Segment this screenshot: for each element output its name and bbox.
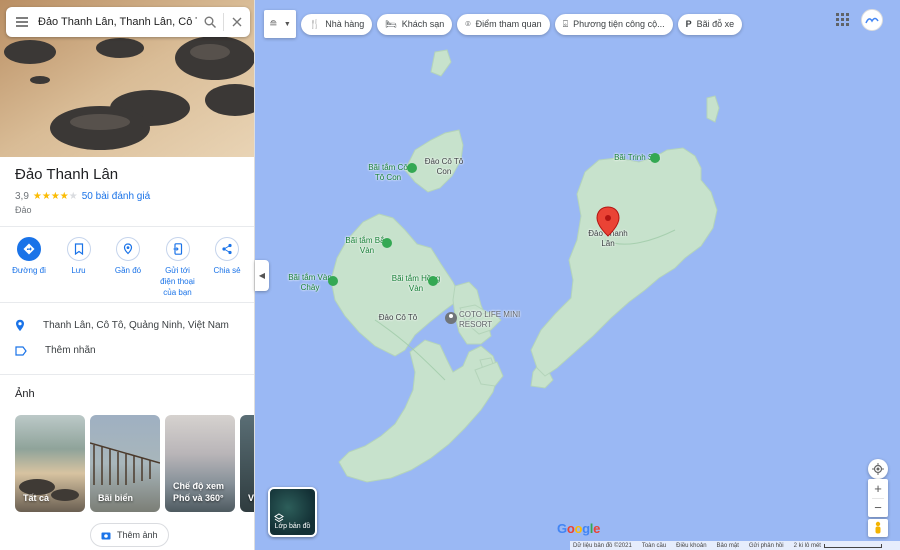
share-button[interactable]: Chia sẻ [206, 237, 248, 298]
beach-marker-icon [328, 276, 338, 286]
bookmark-icon [74, 243, 83, 255]
photos-heading: Ảnh [15, 388, 35, 400]
photo-street-view[interactable]: Chế độ xem Phố và 360° [165, 415, 235, 512]
attraction-icon: ⌾ [465, 18, 471, 29]
privacy-link[interactable]: Bảo mật [717, 543, 739, 549]
layers-icon: ≘ [269, 18, 278, 30]
crosshair-icon [872, 463, 884, 475]
star-rating-icon: ★★★★★ [32, 191, 78, 202]
layers-icon [274, 513, 284, 523]
pegman-button[interactable] [868, 519, 888, 537]
chip-hotel[interactable]: 🛏 Khách sạn [377, 13, 453, 35]
location-pin-icon [16, 319, 24, 331]
hamburger-icon [16, 17, 28, 27]
share-icon [222, 243, 232, 255]
chip-attraction[interactable]: ⌾ Điểm tham quan [457, 13, 550, 35]
beach-marker-icon [650, 153, 660, 163]
place-title: Đảo Thanh Lân [15, 166, 119, 183]
scale-bar[interactable]: 2 ki lô mét [794, 543, 882, 549]
map-canvas[interactable]: Bãi tắm Cô Tô Con Đảo Cô Tô Con Bãi tắm … [255, 0, 900, 550]
address-text: Thanh Lân, Cô Tô, Quảng Ninh, Việt Nam [43, 320, 229, 331]
map-data-attribution: Dữ liệu bản đồ ©2021 [573, 542, 632, 549]
chip-parking[interactable]: P Bãi đỗ xe [677, 13, 743, 35]
chevron-left-icon: ◀ [258, 271, 266, 280]
close-icon [232, 17, 242, 27]
add-label-row[interactable]: Thêm nhãn [15, 345, 96, 356]
place-panel: Đảo Thanh Lân, Thanh Lân, Cô Tô Đảo Than… [0, 0, 255, 550]
label-icon [15, 345, 27, 356]
send-to-phone-icon [173, 243, 182, 255]
search-icon [204, 16, 216, 28]
feedback-link[interactable]: Gửi phản hồi [749, 543, 784, 549]
global-link[interactable]: Toàn cầu [642, 543, 666, 549]
address-row[interactable]: Thanh Lân, Cô Tô, Quảng Ninh, Việt Nam [15, 319, 229, 332]
satellite-layer-toggle[interactable]: Lớp bản đồ [268, 487, 317, 537]
menu-button[interactable] [6, 17, 38, 27]
beach-marker-icon [407, 163, 417, 173]
nearby-button[interactable]: Gần đó [107, 237, 149, 298]
add-photo-button[interactable]: Thêm ảnh [90, 523, 169, 547]
clear-search-button[interactable] [224, 17, 250, 27]
directions-icon [23, 243, 35, 255]
nearby-icon [123, 243, 133, 255]
photo-carousel: Tất cả Bãi biển Chế độ xem Phố và 360° V… [15, 415, 254, 512]
chip-transit[interactable]: ⌺ Phương tiện công cộ... [554, 13, 673, 35]
terms-link[interactable]: Điều khoản [676, 543, 706, 549]
apps-grid-icon[interactable] [836, 13, 850, 27]
reviews-link[interactable]: 50 bài đánh giá [82, 191, 150, 202]
photo-more[interactable]: Vi [240, 415, 254, 512]
map-footer: Dữ liệu bản đồ ©2021 Toàn cầu Điều khoản… [570, 541, 900, 550]
rating-row: 3,9 ★★★★★ 50 bài đánh giá [15, 191, 150, 202]
add-label-text: Thêm nhãn [45, 345, 96, 356]
chevron-down-icon: ▼ [283, 20, 291, 28]
photo-all[interactable]: Tất cả [15, 415, 85, 512]
place-type: Đảo [15, 205, 32, 215]
beach-marker-icon [428, 276, 438, 286]
chip-restaurant[interactable]: 🍴 Nhà hàng [301, 13, 373, 35]
parking-icon: P [685, 19, 692, 29]
location-pin-icon [596, 206, 620, 237]
search-input[interactable]: Đảo Thanh Lân, Thanh Lân, Cô Tô [38, 16, 197, 28]
zoom-out-button[interactable]: − [868, 498, 888, 517]
zoom-control: + − [868, 479, 888, 517]
action-buttons: Đường đi Lưu Gần đó Gửi tới điện thoại c… [8, 237, 248, 298]
maps-app: Bãi tắm Cô Tô Con Đảo Cô Tô Con Bãi tắm … [0, 0, 900, 550]
send-to-phone-button[interactable]: Gửi tới điện thoại của bạn [157, 237, 199, 298]
transit-icon: ⌺ [562, 18, 569, 29]
poi-markers [328, 153, 660, 324]
photo-beach[interactable]: Bãi biển [90, 415, 160, 512]
pegman-icon [875, 521, 881, 534]
hotel-icon: 🛏 [385, 18, 397, 29]
add-photo-icon [101, 532, 111, 539]
category-chips: ≘ ▼ 🍴 Nhà hàng 🛏 Khách sạn ⌾ Điểm tham q… [264, 10, 743, 38]
search-button[interactable] [197, 16, 223, 28]
my-location-button[interactable] [868, 459, 888, 479]
map-type-button[interactable]: ≘ ▼ [264, 10, 296, 38]
collapse-panel-button[interactable]: ◀ [255, 260, 269, 291]
google-logo: Google [557, 521, 601, 536]
account-avatar[interactable] [861, 9, 883, 31]
rating-value: 3,9 [15, 191, 29, 202]
save-button[interactable]: Lưu [58, 237, 100, 298]
search-box: Đảo Thanh Lân, Thanh Lân, Cô Tô [6, 7, 250, 37]
directions-button[interactable]: Đường đi [8, 237, 50, 298]
beach-marker-icon [382, 238, 392, 248]
avatar-logo-icon [865, 17, 879, 24]
layer-toggle-label: Lớp bản đồ [274, 523, 311, 530]
restaurant-icon: 🍴 [309, 18, 321, 29]
zoom-in-button[interactable]: + [868, 479, 888, 498]
